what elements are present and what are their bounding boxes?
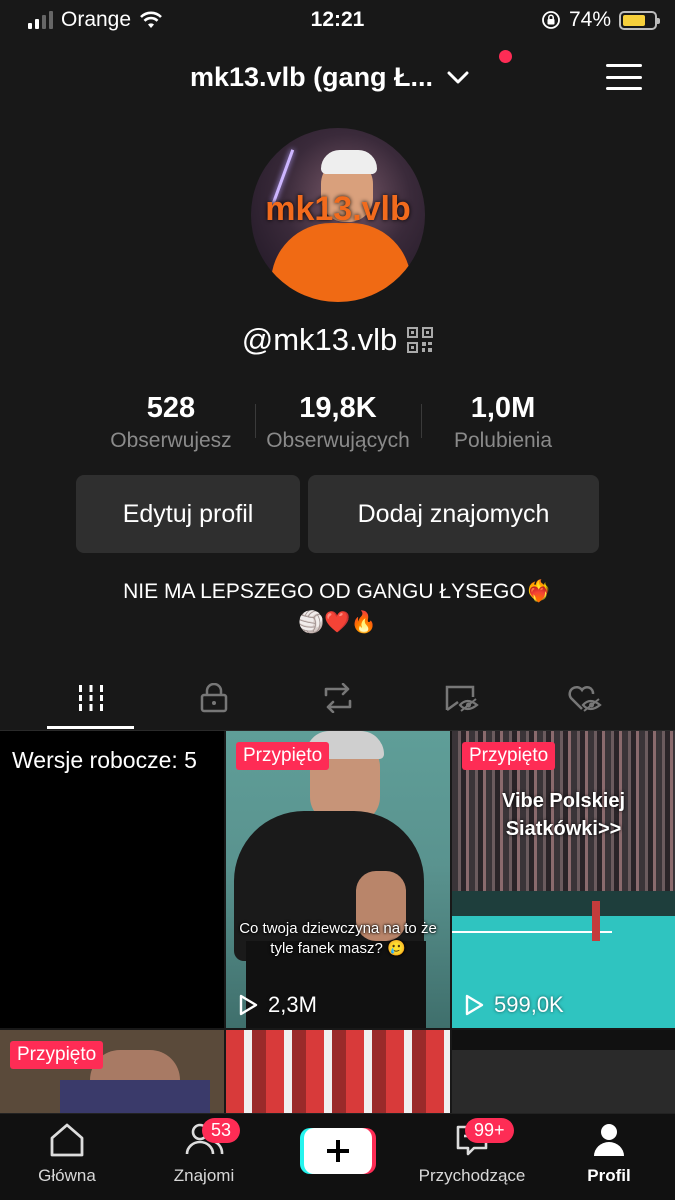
create-button[interactable]	[300, 1128, 376, 1174]
add-friends-button[interactable]: Dodaj znajomych	[308, 475, 599, 553]
tab-reposts[interactable]	[294, 674, 382, 722]
tab-private[interactable]	[170, 674, 258, 722]
nav-home[interactable]: Główna	[30, 1120, 104, 1186]
video-thumbnail[interactable]: Przypięto	[0, 1030, 224, 1114]
orientation-lock-icon	[542, 11, 560, 29]
video-thumbnail[interactable]	[452, 1030, 675, 1114]
profile-header: mk13.vlb (gang Ł...	[0, 50, 675, 110]
tab-liked[interactable]	[541, 674, 629, 722]
drafts-label: Wersje robocze: 5	[12, 747, 197, 773]
play-icon	[239, 994, 258, 1016]
view-count-value: 2,3M	[268, 992, 317, 1017]
stat-followers-value: 19,8K	[299, 392, 377, 424]
hamburger-icon	[606, 64, 642, 67]
tab-favorites[interactable]	[418, 674, 506, 722]
status-bar: Orange 12:21 74%	[0, 0, 675, 40]
bio-line-2: 🏐❤️🔥	[298, 610, 377, 634]
nav-home-label: Główna	[38, 1166, 96, 1185]
pinned-badge: Przypięto	[10, 1041, 104, 1069]
repost-icon	[324, 683, 352, 713]
menu-button[interactable]	[606, 64, 642, 90]
video-grid: Wersje robocze: 5 Przypięto Co twoja dzi…	[0, 731, 675, 1114]
friends-badge: 53	[202, 1118, 241, 1143]
stat-following[interactable]: 528 Obserwujesz	[100, 392, 242, 453]
profile-bio: NIE MA LEPSZEGO OD GANGU ŁYSEGO❤️‍🔥 🏐❤️🔥	[0, 576, 675, 637]
stat-likes-label: Polubienia	[453, 429, 553, 452]
wifi-icon	[140, 11, 162, 28]
stat-likes[interactable]: 1,0M Polubienia	[440, 392, 566, 453]
view-count-value: 599,0K	[494, 992, 564, 1017]
stat-likes-value: 1,0M	[470, 392, 536, 424]
stat-followers[interactable]: 19,8K Obserwujących	[255, 392, 421, 453]
nav-inbox[interactable]: Przychodzące 99+	[410, 1118, 534, 1186]
notification-dot	[499, 50, 512, 63]
favorites-icon	[445, 685, 479, 712]
active-tab-indicator	[47, 726, 134, 729]
stat-following-label: Obserwujesz	[110, 429, 232, 452]
account-switcher[interactable]: mk13.vlb (gang Ł...	[190, 62, 469, 93]
nav-profile-label: Profil	[587, 1166, 631, 1185]
account-name: mk13.vlb (gang Ł...	[190, 62, 434, 92]
nav-friends-label: Znajomi	[173, 1166, 235, 1185]
avatar[interactable]: mk13.vlb	[251, 128, 425, 302]
inbox-badge: 99+	[465, 1118, 514, 1143]
qr-code-icon[interactable]	[407, 327, 434, 353]
battery-percent: 74%	[568, 8, 611, 31]
profile-icon	[594, 1124, 624, 1156]
video-overlay-title: Vibe Polskiej Siatkówki>>	[501, 790, 626, 840]
lock-icon	[200, 683, 228, 713]
video-thumbnail[interactable]: Przypięto Co twoja dziewczyna na to że t…	[226, 731, 450, 1028]
nav-friends[interactable]: Znajomi 53	[160, 1118, 248, 1186]
tab-videos[interactable]	[47, 674, 135, 722]
stat-following-value: 528	[146, 392, 196, 424]
plus-icon	[327, 1140, 349, 1162]
bio-line-1: NIE MA LEPSZEGO OD GANGU ŁYSEGO	[123, 580, 526, 603]
profile-stats: 528 Obserwujesz 19,8K Obserwujących 1,0M…	[0, 392, 675, 456]
drafts-tile[interactable]: Wersje robocze: 5	[0, 731, 224, 1028]
bottom-navigation: Główna Znajomi 53 Przychodzące 99+ Profi…	[0, 1113, 675, 1200]
stat-followers-label: Obserwujących	[266, 429, 410, 452]
home-icon	[50, 1123, 84, 1157]
video-thumbnail[interactable]: Przypięto Vibe Polskiej Siatkówki>> 599,…	[452, 731, 675, 1028]
battery-icon	[619, 10, 660, 30]
view-count: 599,0K	[464, 992, 564, 1018]
pinned-badge: Przypięto	[462, 742, 556, 770]
avatar-logo-text: mk13.vlb	[265, 190, 411, 228]
chevron-down-icon	[447, 71, 469, 83]
signal-icon	[28, 11, 53, 29]
liked-icon	[568, 685, 602, 712]
view-count: 2,3M	[238, 992, 317, 1018]
video-thumbnail[interactable]	[226, 1030, 450, 1114]
nav-profile[interactable]: Profil	[578, 1120, 640, 1186]
heart-on-fire-emoji: ❤️‍🔥	[525, 579, 552, 603]
video-caption: Co twoja dziewczyna na to że tyle fanek …	[239, 920, 437, 957]
carrier-name: Orange	[61, 8, 132, 31]
profile-handle: @mk13.vlb	[241, 322, 398, 357]
pinned-badge: Przypięto	[236, 742, 330, 770]
play-icon	[465, 994, 484, 1016]
profile-tabs	[0, 666, 675, 730]
edit-profile-button[interactable]: Edytuj profil	[76, 475, 300, 553]
nav-inbox-label: Przychodzące	[418, 1166, 526, 1185]
grid-icon	[76, 685, 106, 711]
